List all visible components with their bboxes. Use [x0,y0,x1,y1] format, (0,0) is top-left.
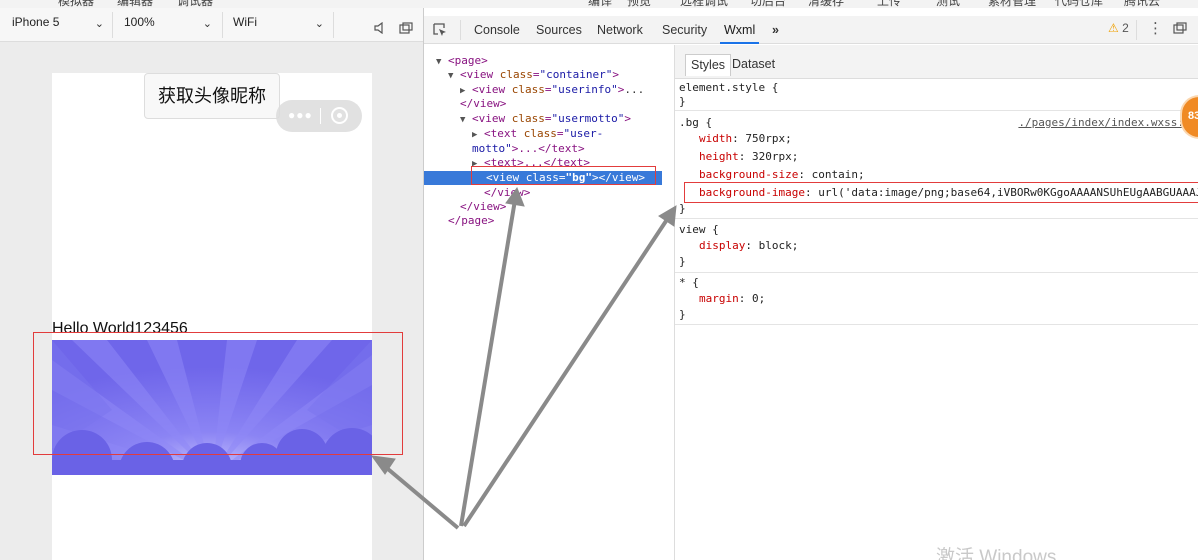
windows-activation-watermark: 激活 Windows [936,547,1057,560]
devtools-window: 模拟器 编辑器 调试器 编译 预览 远程调试 切后台 清缓存 上传 测试 素材管… [0,0,1198,560]
annotation-arrows [370,186,677,530]
